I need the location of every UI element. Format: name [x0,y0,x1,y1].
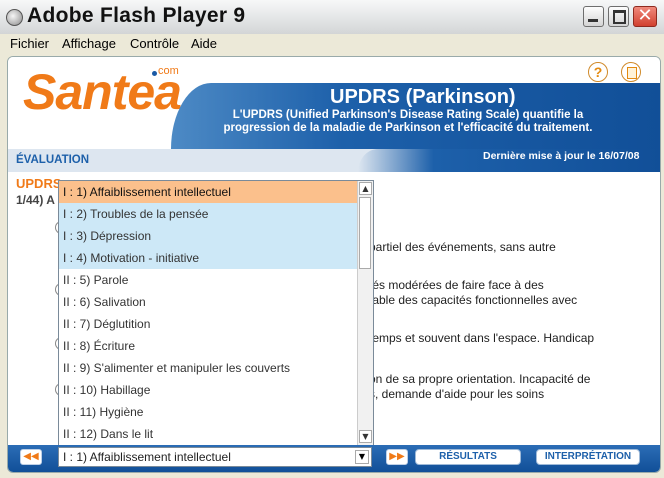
last-updated: Dernière mise à jour le 16/07/08 [483,150,640,162]
dropdown-option[interactable]: II : 11) Hygiène [59,401,357,423]
dropdown-option[interactable]: I : 3) Dépression [59,225,357,247]
dropdown-option[interactable]: II : 9) S'alimenter et manipuler les cou… [59,357,357,379]
previous-button[interactable]: ◀◀ [20,449,42,465]
interpretation-button[interactable]: INTERPRÉTATION [536,449,640,465]
document-button[interactable] [621,62,641,82]
dropdown-option[interactable]: II : 6) Salivation [59,291,357,313]
next-icon: ▶▶ [389,451,405,462]
flash-player-icon [6,9,23,26]
scroll-down-icon[interactable]: ▼ [359,430,372,443]
menu-aide[interactable]: Aide [191,36,217,51]
dropdown-option[interactable]: II : 5) Parole [59,269,357,291]
chevron-down-icon[interactable]: ▼ [355,450,369,464]
close-button[interactable]: ✕ [633,5,657,27]
dropdown-scrollbar[interactable]: ▲ ▼ [357,181,373,445]
results-button[interactable]: RÉSULTATS [415,449,521,465]
scrollbar-thumb[interactable] [359,197,371,269]
flash-app: Santea com ? UPDRS (Parkinson) L'UPDRS (… [7,56,661,473]
answer-text: on de sa propre orientation. Incapacité … [369,372,591,386]
menu-controle[interactable]: Contrôle [130,36,179,51]
question-icon: ? [593,64,603,80]
answer-text: s, demande d'aide pour les soins [369,387,545,401]
answer-text: temps et souvent dans l'espace. Handicap [369,331,595,345]
dropdown-option[interactable]: II : 12) Dans le lit [59,423,357,445]
page-title: UPDRS (Parkinson) [330,86,516,108]
section-label: ÉVALUATION [16,154,90,166]
page-description: L'UPDRS (Unified Parkinson's Disease Rat… [223,109,593,134]
answer-text: tés modérées de faire face à des [369,278,544,292]
answer-text: table des capacités fonctionnelles avec [369,293,578,307]
previous-icon: ◀◀ [23,451,39,462]
dropdown-option[interactable]: I : 2) Troubles de la pensée [59,203,357,225]
dropdown-option[interactable]: II : 10) Habillage [59,379,357,401]
logo-dot [152,71,157,76]
section-title: UPDRS [16,176,62,191]
menu-affichage[interactable]: Affichage [62,36,116,51]
menu-bar: Fichier Affichage Contrôle Aide [0,34,664,54]
help-button[interactable]: ? [588,62,608,82]
close-icon: ✕ [637,5,653,26]
question-text: 1/44) A [16,193,55,207]
next-button[interactable]: ▶▶ [386,449,408,465]
window-title: Adobe Flash Player 9 [27,4,246,27]
dropdown-option[interactable]: I : 1) Affaiblissement intellectuel [59,181,357,203]
dropdown-option[interactable]: II : 8) Écriture [59,335,357,357]
answer-text: partiel des événements, sans autre [369,240,556,254]
item-dropdown-list[interactable]: I : 1) Affaiblissement intellectuel I : … [58,180,374,446]
menu-fichier[interactable]: Fichier [10,36,49,51]
maximize-button[interactable] [608,6,629,27]
logo-suffix: com [158,65,179,77]
dropdown-option[interactable]: I : 4) Motivation - initiative [59,247,357,269]
dropdown-option[interactable]: II : 7) Déglutition [59,313,357,335]
title-bar: Adobe Flash Player 9 ✕ [0,0,664,35]
dropdown-options: I : 1) Affaiblissement intellectuel I : … [59,181,357,445]
minimize-button[interactable] [583,6,604,27]
app-header: Santea com ? UPDRS (Parkinson) L'UPDRS (… [8,57,660,172]
item-select-value: I : 1) Affaiblissement intellectuel [63,450,231,464]
scroll-up-icon[interactable]: ▲ [359,182,372,195]
item-select[interactable]: I : 1) Affaiblissement intellectuel ▼ [58,447,372,467]
document-icon [627,67,637,79]
